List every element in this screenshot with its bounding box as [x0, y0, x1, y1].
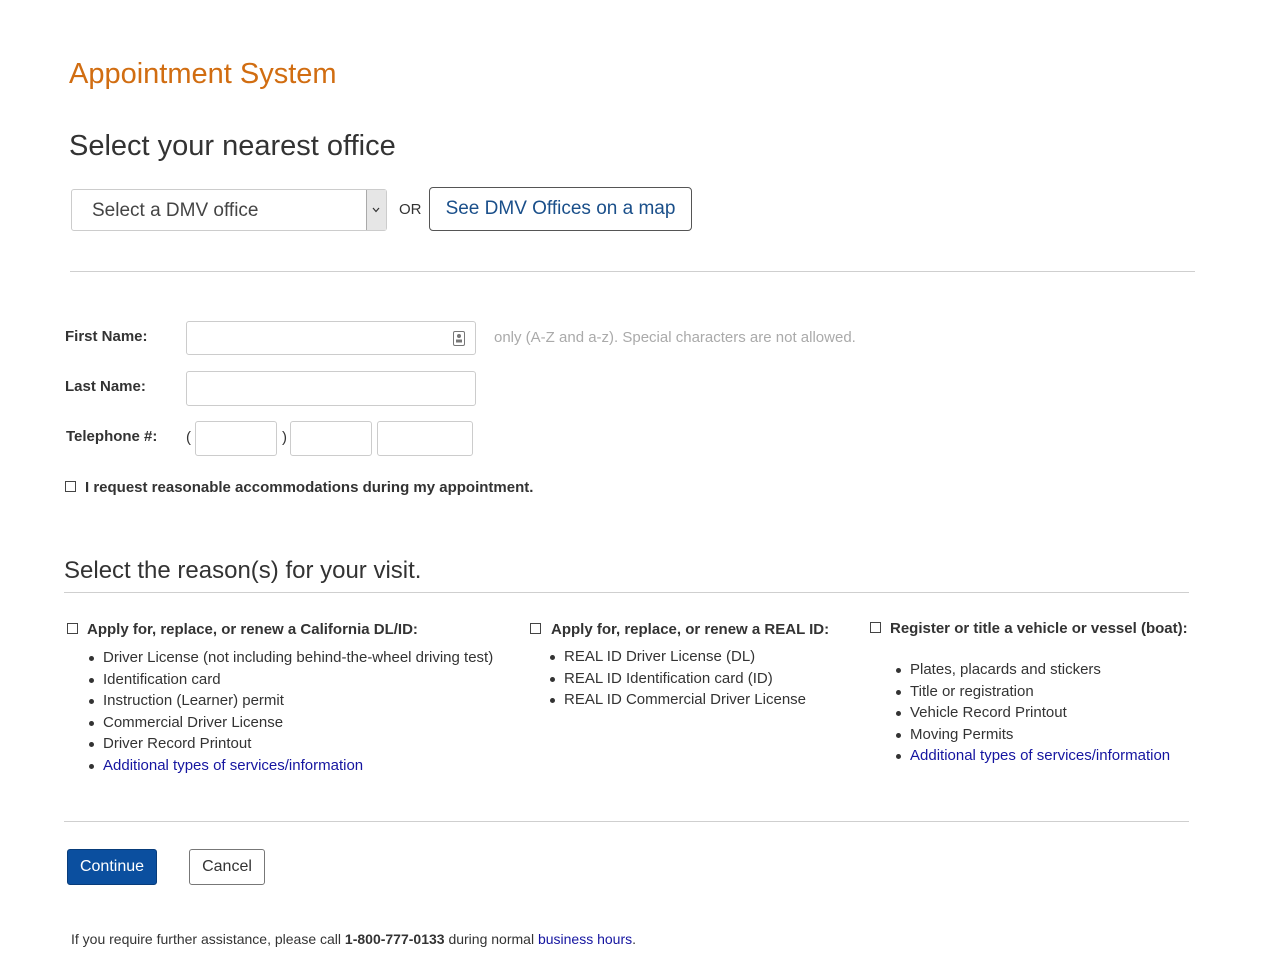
divider — [64, 592, 1189, 593]
list-item: REAL ID Driver License (DL) — [550, 646, 806, 668]
footer-assistance-text: If you require further assistance, pleas… — [71, 931, 636, 947]
app-title: Appointment System — [69, 58, 337, 90]
telephone-label: Telephone #: — [66, 428, 158, 445]
vehicle-service-list: Plates, placards and stickers Title or r… — [896, 659, 1170, 767]
phone-area-code-input[interactable] — [195, 421, 277, 456]
list-item: Driver License (not including behind-the… — [89, 647, 493, 669]
area-code-open-paren: ( — [186, 429, 191, 446]
see-offices-map-button[interactable]: See DMV Offices on a map — [429, 187, 692, 231]
vehicle-group-title: Register or title a vehicle or vessel (b… — [890, 620, 1188, 637]
last-name-label: Last Name: — [65, 378, 146, 395]
list-item: Instruction (Learner) permit — [89, 690, 493, 712]
continue-button[interactable]: Continue — [67, 849, 157, 885]
list-item: Vehicle Record Printout — [896, 702, 1170, 724]
list-item: Driver Record Printout — [89, 733, 493, 755]
dl-id-group-title: Apply for, replace, or renew a Californi… — [87, 621, 418, 638]
footer-phone: 1-800-777-0133 — [344, 931, 445, 947]
contact-card-icon — [453, 331, 465, 351]
area-code-close-paren: ) — [282, 429, 287, 446]
real-id-group-title: Apply for, replace, or renew a REAL ID: — [551, 621, 830, 638]
office-select[interactable]: Select a DMV office — [71, 189, 387, 231]
business-hours-link[interactable]: business hours — [538, 931, 632, 947]
phone-prefix-input[interactable] — [290, 421, 372, 456]
list-item: Plates, placards and stickers — [896, 659, 1170, 681]
accommodation-checkbox[interactable] — [65, 481, 76, 492]
additional-services-link[interactable]: Additional types of services/information — [896, 745, 1170, 767]
dl-id-service-list: Driver License (not including behind-the… — [89, 647, 493, 776]
last-name-input[interactable] — [186, 371, 476, 406]
or-text: OR — [399, 201, 422, 218]
list-item: REAL ID Commercial Driver License — [550, 689, 806, 711]
list-item: Identification card — [89, 669, 493, 691]
footer-middle: during normal — [444, 931, 538, 947]
first-name-hint: only (A-Z and a-z). Special characters a… — [494, 329, 856, 346]
office-select-value: Select a DMV office — [92, 200, 259, 221]
real-id-checkbox[interactable] — [530, 623, 541, 634]
footer-suffix: . — [632, 931, 637, 947]
dl-id-checkbox[interactable] — [67, 623, 78, 634]
divider — [70, 271, 1195, 272]
phone-line-number-input[interactable] — [377, 421, 473, 456]
list-item: Commercial Driver License — [89, 712, 493, 734]
vehicle-registration-checkbox[interactable] — [870, 622, 881, 633]
accommodation-label: I request reasonable accommodations duri… — [85, 479, 534, 496]
additional-services-link[interactable]: Additional types of services/information — [89, 755, 493, 777]
footer-prefix: If you require further assistance, pleas… — [71, 931, 345, 947]
list-item: REAL ID Identification card (ID) — [550, 668, 806, 690]
cancel-button[interactable]: Cancel — [189, 849, 265, 885]
first-name-input[interactable] — [186, 321, 476, 355]
chevron-down-icon[interactable] — [366, 190, 386, 230]
reasons-heading: Select the reason(s) for your visit. — [64, 557, 422, 584]
list-item: Title or registration — [896, 681, 1170, 703]
divider — [64, 821, 1189, 822]
list-item: Moving Permits — [896, 724, 1170, 746]
real-id-service-list: REAL ID Driver License (DL) REAL ID Iden… — [550, 646, 806, 711]
first-name-label: First Name: — [65, 328, 148, 345]
office-heading: Select your nearest office — [69, 130, 396, 162]
